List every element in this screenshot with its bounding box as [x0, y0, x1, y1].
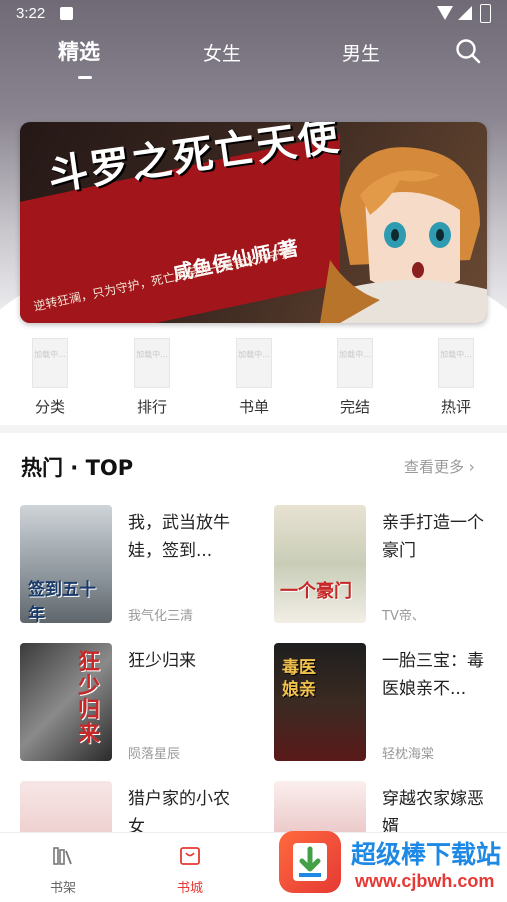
chevron-right-icon: › — [468, 458, 475, 476]
watermark-url: www.cjbwh.com — [355, 871, 495, 891]
notification-icon — [60, 7, 73, 20]
book-author: 我气化三清 — [128, 609, 194, 624]
book-card[interactable]: 狂少归来 狂少归来 陨落星辰 — [20, 643, 250, 763]
entry-booklist[interactable]: 加载中... 书单 — [224, 338, 284, 417]
entry-thumb-placeholder: 加载中... — [438, 338, 474, 388]
featured-banner[interactable]: 斗罗之死亡天使 咸鱼侯仙师/著 逆转狂澜，只为守护，死亡的另外一层含义为守护 — [20, 122, 487, 323]
book-cover: 签到五十年 — [20, 505, 112, 623]
nav-bookshelf[interactable]: 书架 — [33, 845, 93, 896]
book-author: TV帝、 — [382, 609, 425, 624]
section-title: 热门 · TOP — [21, 456, 134, 480]
wifi-icon — [437, 6, 453, 20]
cover-title: 签到五十年 — [28, 580, 96, 623]
quick-entries: 加载中... 分类 加载中... 排行 加载中... 书单 加载中... 完结 … — [0, 338, 507, 418]
cover-title: 一个豪门 — [280, 581, 352, 602]
book-author: 陨落星辰 — [128, 747, 181, 762]
signal-icon — [458, 6, 472, 20]
book-title: 亲手打造一个豪门 — [382, 513, 484, 561]
status-time: 3:22 — [16, 5, 46, 22]
nav-label: 书架 — [49, 881, 76, 896]
entry-label: 排行 — [136, 398, 167, 416]
banner-character-illustration — [320, 147, 487, 323]
book-author: 轻枕海棠 — [382, 747, 435, 762]
book-card[interactable]: 毒医娘亲 一胎三宝：毒医娘亲不... 轻枕海棠 — [274, 643, 504, 763]
watermark-text: 超级棒下载站 — [351, 840, 502, 869]
view-more-link[interactable]: 查看更多 › — [404, 456, 475, 477]
entry-label: 书单 — [238, 398, 269, 416]
entry-ranking[interactable]: 加载中... 排行 — [122, 338, 182, 417]
search-icon[interactable] — [455, 38, 481, 64]
status-bar: 3:22 — [0, 0, 507, 28]
book-cover: 毒医娘亲 — [274, 643, 366, 761]
nav-bookstore[interactable]: 书城 — [160, 845, 220, 896]
entry-hot-reviews[interactable]: 加载中... 热评 — [426, 338, 486, 417]
cover-title: 狂少归来 — [78, 650, 101, 747]
entry-category[interactable]: 加载中... 分类 — [20, 338, 80, 417]
book-title: 我，武当放牛娃，签到... — [128, 513, 230, 561]
entry-completed[interactable]: 加载中... 完结 — [325, 338, 385, 417]
nav-label: 书城 — [176, 881, 203, 896]
entry-label: 热评 — [440, 398, 471, 416]
book-title: 一胎三宝：毒医娘亲不... — [382, 651, 484, 699]
download-logo-icon — [279, 831, 341, 893]
site-watermark: 超级棒下载站 www.cjbwh.com — [275, 829, 507, 901]
book-cover: 一个豪门 — [274, 505, 366, 623]
book-cover: 狂少归来 — [20, 643, 112, 761]
entry-thumb-placeholder: 加载中... — [236, 338, 272, 388]
entry-thumb-placeholder: 加载中... — [134, 338, 170, 388]
book-title: 狂少归来 — [128, 651, 196, 671]
bookstore-icon — [180, 847, 200, 865]
section-divider — [0, 425, 507, 433]
top-tabs: 精选 女生 男生 — [0, 36, 507, 84]
view-more-label: 查看更多 — [404, 458, 465, 476]
book-card[interactable]: 签到五十年 我，武当放牛娃，签到... 我气化三清 — [20, 505, 250, 625]
book-card[interactable]: 一个豪门 亲手打造一个豪门 TV帝、 — [274, 505, 504, 625]
tab-female[interactable]: 女生 — [203, 39, 241, 66]
tab-featured[interactable]: 精选 — [58, 36, 100, 66]
entry-thumb-placeholder: 加载中... — [32, 338, 68, 388]
entry-thumb-placeholder: 加载中... — [337, 338, 373, 388]
entry-label: 完结 — [339, 398, 370, 416]
bookshelf-icon — [53, 847, 72, 865]
tab-indicator — [78, 76, 92, 79]
battery-icon — [480, 4, 491, 23]
cover-title: 毒医娘亲 — [282, 658, 316, 700]
tab-male[interactable]: 男生 — [342, 39, 380, 66]
entry-label: 分类 — [34, 398, 65, 416]
